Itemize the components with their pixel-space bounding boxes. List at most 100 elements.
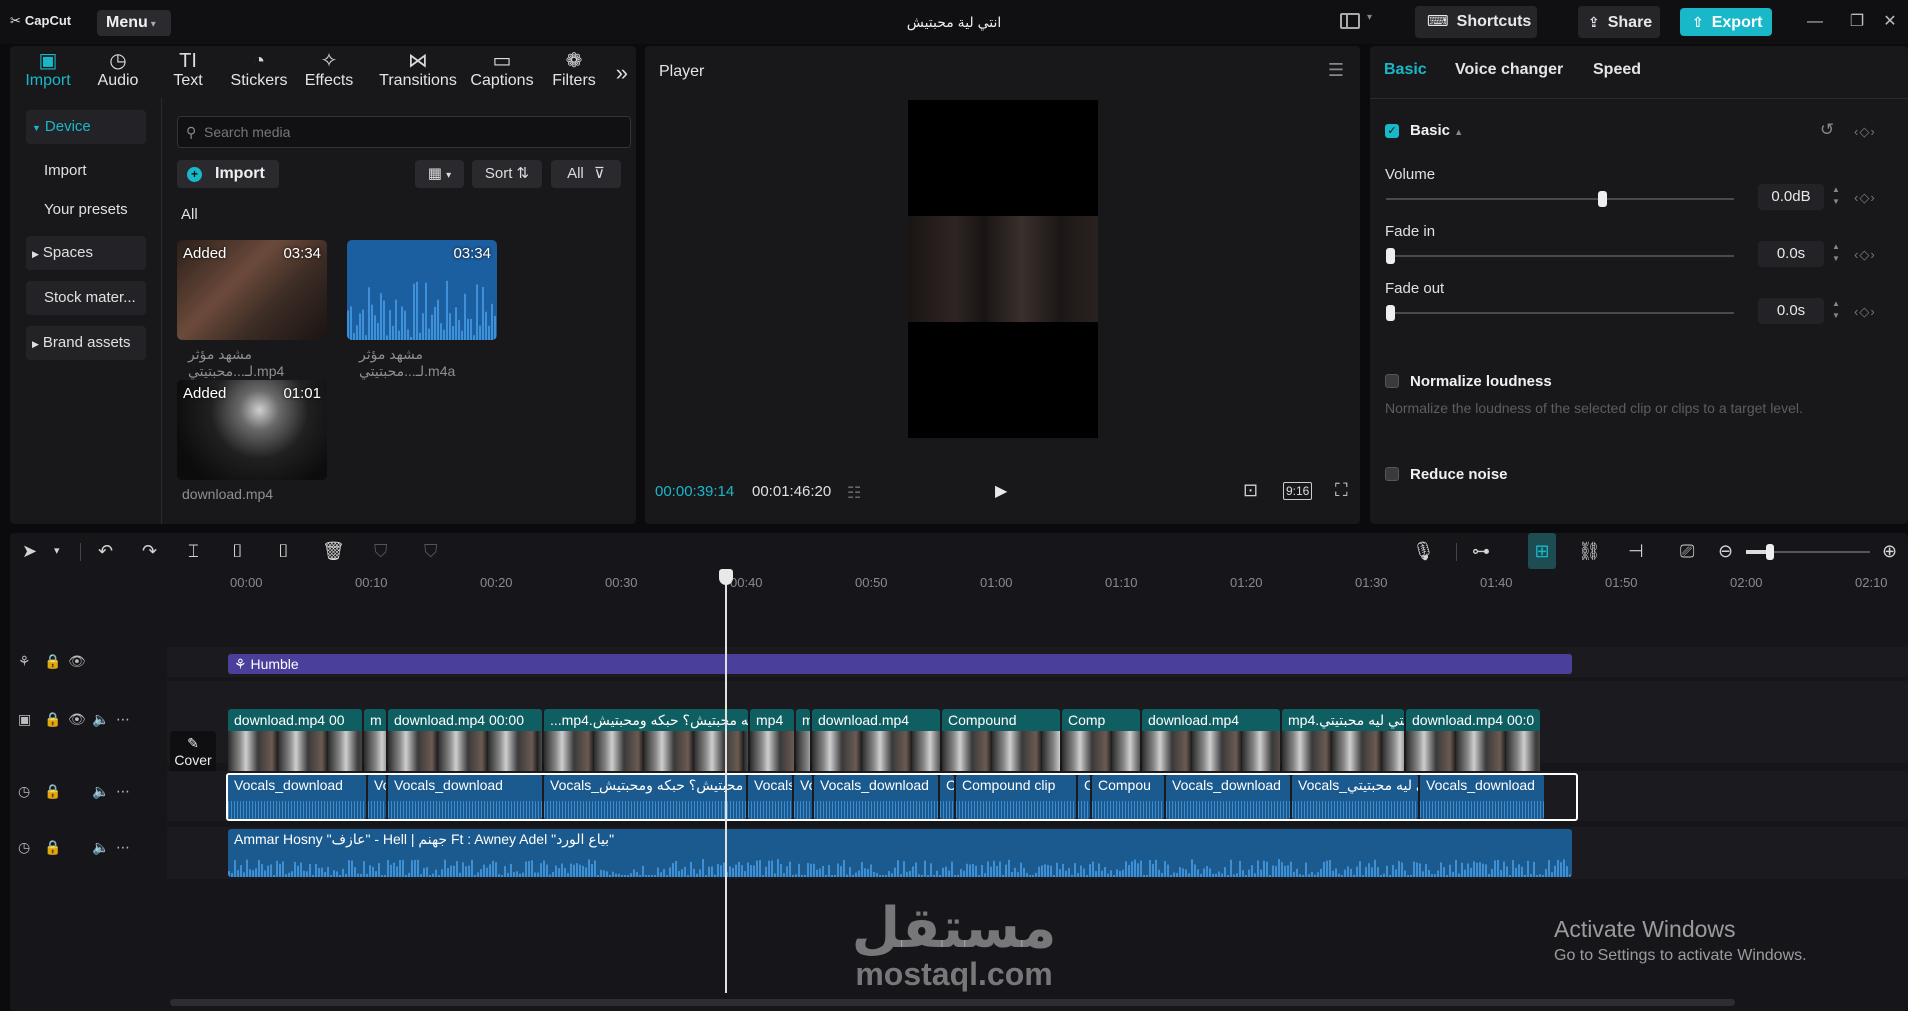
zoom-out-icon[interactable]: ⊖ <box>1718 533 1733 569</box>
import-button[interactable]: + Import <box>177 160 279 188</box>
eye-icon[interactable]: 👁 <box>68 711 86 728</box>
time-ruler[interactable]: 00:00 00:10 00:20 00:30 00:40 00:50 01:00 01:10… <box>230 573 1908 593</box>
section-title[interactable]: Basic ▲ <box>1410 122 1463 139</box>
minimize-icon[interactable]: — <box>1803 10 1827 34</box>
fullscreen-icon[interactable]: ⛶ <box>1335 480 1348 501</box>
audio-clip[interactable]: Vocals_download <box>228 775 366 819</box>
fade-out-value[interactable]: 0.0s <box>1758 298 1824 324</box>
audio-clip[interactable]: C <box>1078 775 1090 819</box>
share-button[interactable]: ⇪ Share <box>1578 6 1660 38</box>
slider-handle[interactable] <box>1386 248 1395 264</box>
close-icon[interactable]: ✕ <box>1878 10 1902 34</box>
tab-stickers[interactable]: ◔ Stickers <box>225 48 293 98</box>
eye-icon[interactable]: 👁 <box>68 653 86 670</box>
keyframe-icon[interactable]: ‹◇› <box>1854 190 1876 206</box>
sidebar-item-brand-assets[interactable]: ▶ Brand assets <box>26 326 146 360</box>
layout-icon[interactable] <box>1340 13 1360 29</box>
speaker-icon[interactable]: 🔈 <box>92 783 109 800</box>
volume-value[interactable]: 0.0dB <box>1758 184 1824 210</box>
tab-filters[interactable]: ❁ Filters <box>540 48 608 98</box>
chevron-down-icon[interactable]: ▾ <box>1367 12 1372 23</box>
tab-effects[interactable]: ✧ Effects <box>295 48 363 98</box>
horizontal-scrollbar[interactable] <box>170 999 1735 1006</box>
audio-clip[interactable]: Vocals_download <box>1166 775 1290 819</box>
audio-clip[interactable]: Vo <box>368 775 386 819</box>
link-main-track-icon[interactable]: ⊶ <box>1472 533 1490 569</box>
magnet-icon[interactable]: ⊞ <box>1528 533 1556 569</box>
sort-button[interactable]: Sort ⇅ <box>472 160 542 188</box>
export-button[interactable]: ⇧ Export <box>1680 8 1772 36</box>
stepper-icon[interactable]: ▲ ▼ <box>1830 298 1842 324</box>
timecode-list-icon[interactable]: ☷ <box>847 483 861 503</box>
fade-in-slider[interactable] <box>1386 248 1734 264</box>
screenshot-icon[interactable]: ⊡ <box>1243 480 1258 501</box>
lock-icon[interactable]: 🔒 <box>44 711 61 728</box>
keyframe-icon[interactable]: ‹◇› <box>1854 247 1876 263</box>
slider-handle[interactable] <box>1386 305 1395 321</box>
speaker-icon[interactable]: 🔈 <box>92 711 109 728</box>
tab-speed[interactable]: Speed <box>1593 61 1641 79</box>
media-item[interactable]: Added 01:01 <box>177 380 327 480</box>
playhead[interactable] <box>719 569 733 993</box>
sidebar-item-spaces[interactable]: ▶ Spaces <box>26 236 146 270</box>
hamburger-menu-icon[interactable]: ☰ <box>1328 60 1344 81</box>
audio-clip[interactable]: Compound clip <box>956 775 1076 819</box>
more-icon[interactable]: ⋯ <box>116 839 130 856</box>
tab-basic[interactable]: Basic <box>1384 61 1427 79</box>
shortcuts-button[interactable]: ⌨ Shortcuts <box>1415 6 1537 38</box>
tab-transitions[interactable]: ⋈ Transitions <box>373 48 463 98</box>
tab-audio[interactable]: ◷ Audio <box>84 48 152 98</box>
speaker-icon[interactable]: 🔈 <box>92 839 109 856</box>
fade-in-value[interactable]: 0.0s <box>1758 241 1824 267</box>
select-tool-icon[interactable]: ➤ <box>22 533 37 569</box>
more-icon[interactable]: ⋯ <box>116 783 130 800</box>
sidebar-item-device[interactable]: ▼ Device <box>26 110 146 144</box>
zoom-in-icon[interactable]: ⊕ <box>1882 533 1897 569</box>
restore-icon[interactable]: ❐ <box>1845 10 1869 34</box>
keyframe-icon[interactable]: ‹◇› <box>1854 304 1876 320</box>
sidebar-item-import[interactable]: Import <box>26 154 146 188</box>
search-input[interactable]: ⚲ Search media <box>177 116 631 148</box>
play-icon[interactable]: ▶ <box>995 481 1007 501</box>
cover-button[interactable]: ✎ Cover <box>170 731 216 775</box>
view-mode-button[interactable]: ▦ ▾ <box>415 160 464 188</box>
audio-clip[interactable]: Vocals_إنتي ليه محبتيتي <box>1292 775 1418 819</box>
keyframe-icon[interactable]: ‹◇› <box>1854 124 1876 140</box>
slider-handle[interactable] <box>1598 191 1608 207</box>
media-item[interactable]: 03:34 <box>347 240 497 340</box>
media-item[interactable]: Added 03:34 <box>177 240 327 340</box>
audio-clip[interactable]: Vocals_download <box>1420 775 1544 819</box>
effect-clip[interactable]: ⚘ Humble <box>228 654 1572 674</box>
chevron-down-icon[interactable]: ▾ <box>54 533 60 569</box>
tab-import[interactable]: ▣ Import <box>14 48 82 98</box>
microphone-icon[interactable]: 🎙 <box>1412 533 1435 569</box>
aspect-ratio-button[interactable]: 9:16 <box>1283 482 1313 500</box>
redo-icon[interactable]: ↷ <box>142 533 157 569</box>
tab-voice-changer[interactable]: Voice changer <box>1455 61 1563 79</box>
link-icon[interactable]: ⛓ <box>1578 533 1601 569</box>
audio-clip[interactable]: Compou <box>1092 775 1164 819</box>
preview-axis-icon[interactable]: ⊣ <box>1628 533 1644 569</box>
music-clip[interactable]: Ammar Hosny "عازف" - Hell | جهنم Ft : Aw… <box>228 829 1572 877</box>
slider-handle[interactable] <box>1766 544 1774 560</box>
sidebar-item-presets[interactable]: Your presets <box>26 193 146 227</box>
stepper-icon[interactable]: ▲ ▼ <box>1830 241 1842 267</box>
volume-slider[interactable] <box>1386 191 1734 207</box>
stepper-icon[interactable]: ▲ ▼ <box>1830 184 1842 210</box>
audio-clip[interactable]: Vocals_download <box>814 775 938 819</box>
reset-icon[interactable]: ↺ <box>1820 120 1834 140</box>
more-tabs-icon[interactable]: » <box>616 60 628 86</box>
basic-checkbox[interactable]: ✓ <box>1385 124 1399 138</box>
zoom-slider[interactable] <box>1746 544 1870 560</box>
tab-captions[interactable]: ▭ Captions <box>462 48 542 98</box>
preview-canvas[interactable] <box>908 100 1098 438</box>
lock-icon[interactable]: 🔒 <box>44 783 61 800</box>
delete-icon[interactable]: 🗑 <box>322 533 345 569</box>
lock-icon[interactable]: 🔒 <box>44 839 61 856</box>
monitor-icon[interactable]: ⎚ <box>1680 533 1694 569</box>
undo-icon[interactable]: ↶ <box>98 533 113 569</box>
audio-clip[interactable]: Vocals <box>748 775 792 819</box>
audio-clip[interactable]: C <box>940 775 954 819</box>
sidebar-item-stock[interactable]: Stock mater... <box>26 281 146 315</box>
fade-out-slider[interactable] <box>1386 305 1734 321</box>
